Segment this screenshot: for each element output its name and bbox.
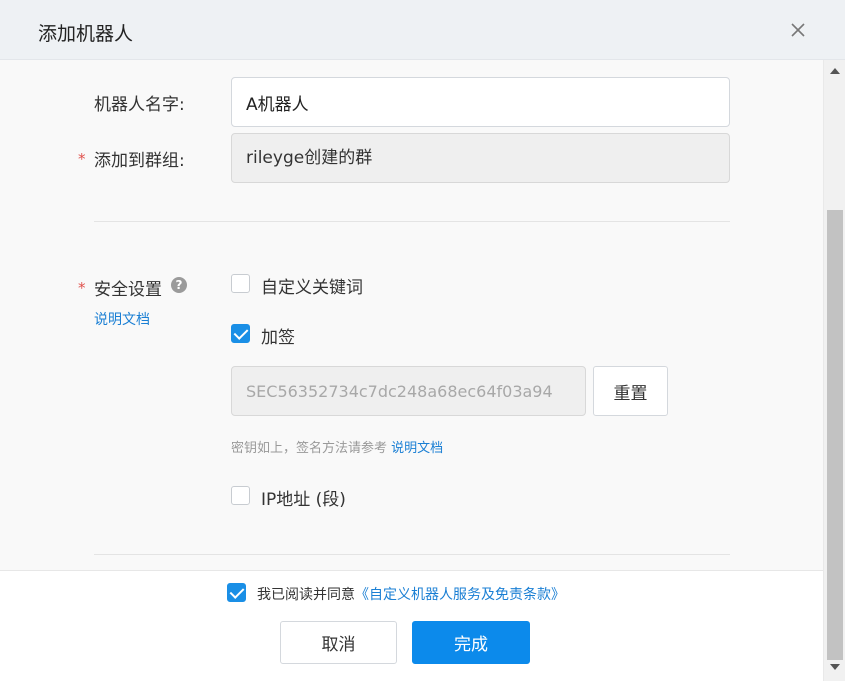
ip-label: IP地址 (段): [261, 490, 346, 510]
scroll-down-icon[interactable]: [830, 664, 840, 670]
scrollbar-thumb[interactable]: [827, 210, 843, 660]
group-label: 添加到群组:: [94, 151, 185, 171]
robot-name-input[interactable]: [231, 77, 730, 127]
keywords-label: 自定义关键词: [261, 278, 363, 298]
required-mark: *: [78, 279, 86, 297]
section-divider: [94, 221, 730, 222]
sign-label: 加签: [261, 328, 295, 348]
keywords-checkbox[interactable]: [231, 274, 250, 293]
secret-input[interactable]: [231, 366, 586, 416]
hint-text: 密钥如上，签名方法请参考: [231, 441, 388, 456]
sign-checkbox[interactable]: [231, 324, 250, 343]
help-icon[interactable]: ?: [171, 277, 187, 293]
section-divider: [94, 554, 730, 555]
secret-hint: 密钥如上，签名方法请参考 说明文档: [231, 437, 443, 456]
dialog-title: 添加机器人: [38, 23, 134, 45]
agree-text: 我已阅读并同意: [257, 587, 355, 603]
done-button[interactable]: 完成: [412, 621, 530, 664]
required-mark: *: [78, 150, 86, 168]
close-icon: [791, 23, 805, 37]
close-button[interactable]: [784, 16, 812, 44]
cancel-button[interactable]: 取消: [280, 621, 397, 664]
scroll-up-icon[interactable]: [830, 68, 840, 74]
terms-link[interactable]: 《自定义机器人服务及免责条款》: [355, 587, 565, 603]
ip-checkbox[interactable]: [231, 486, 250, 505]
hint-doc-link[interactable]: 说明文档: [391, 441, 443, 456]
security-label: 安全设置: [94, 280, 162, 300]
group-field: rileyge创建的群: [231, 133, 730, 183]
scrollbar[interactable]: [823, 60, 845, 681]
robot-name-label: 机器人名字:: [94, 95, 185, 115]
agree-statement: 我已阅读并同意《自定义机器人服务及免责条款》: [257, 584, 565, 604]
dialog-header: 添加机器人: [0, 0, 845, 60]
agree-checkbox[interactable]: [227, 583, 246, 602]
security-doc-link[interactable]: 说明文档: [94, 309, 150, 329]
reset-button[interactable]: 重置: [593, 366, 668, 416]
